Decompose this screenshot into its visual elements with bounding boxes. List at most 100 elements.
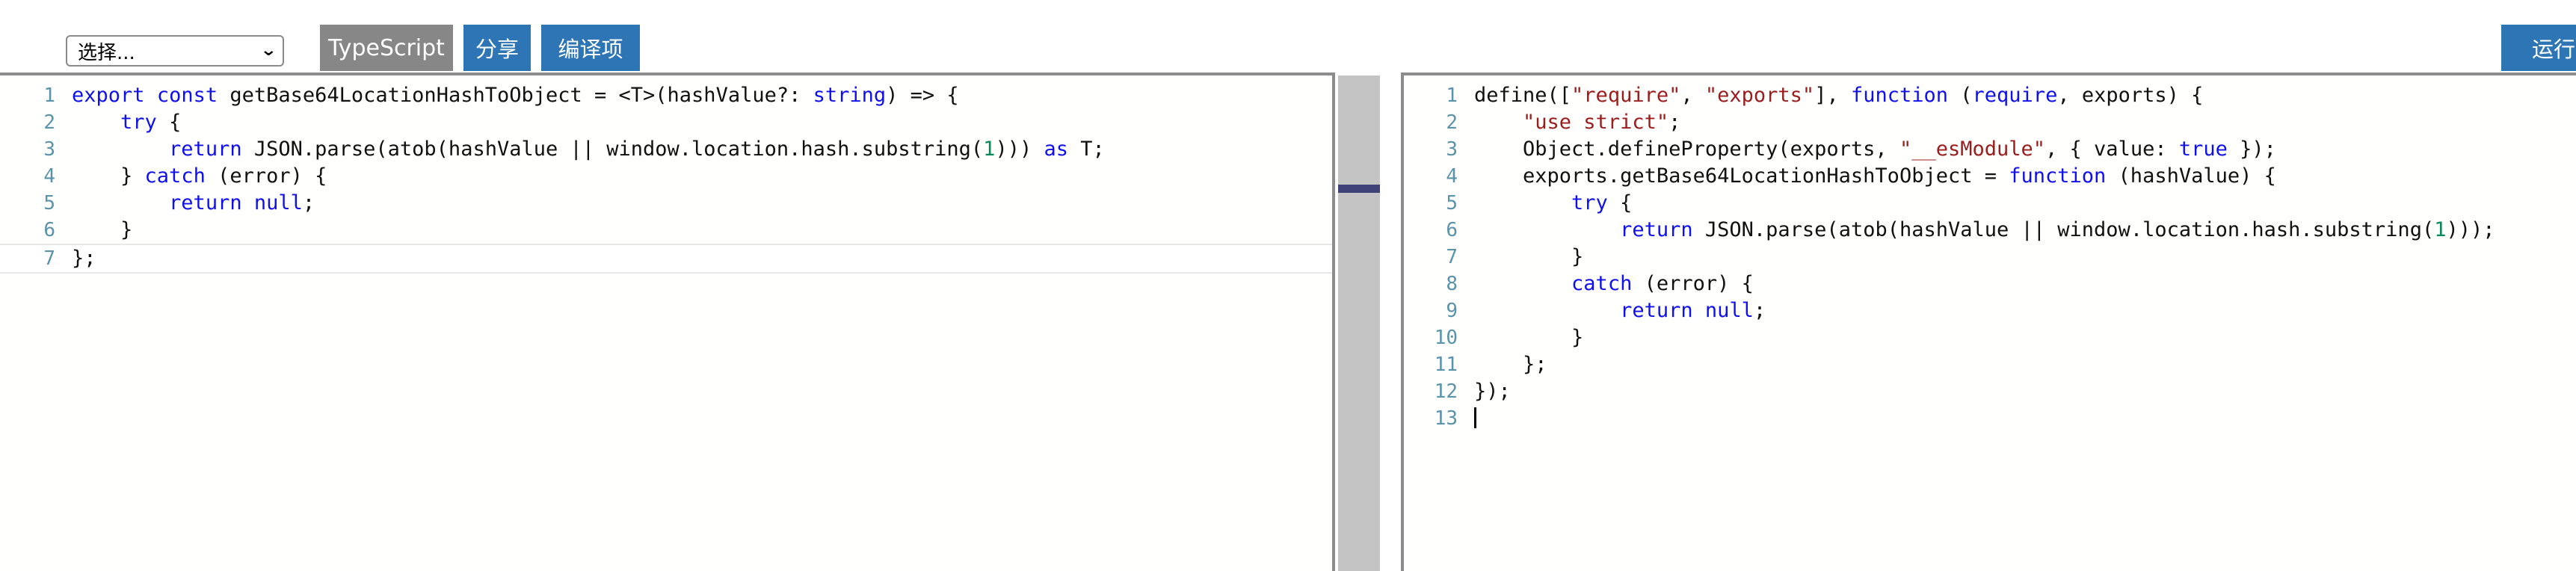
compiled-output-lines[interactable]: 1 define(["require", "exports"], function… [1404,75,2576,432]
code-token: ; [1668,111,1681,134]
line-number: 9 [1446,300,1458,322]
share-button[interactable]: 分享 [463,25,531,71]
code-token: } [72,164,145,188]
code-line-text: } [1474,324,2576,351]
source-code-editor[interactable]: 1 export const getBase64LocationHashToObj… [0,72,1335,571]
code-line[interactable]: 7}; [0,244,1332,274]
source-code-lines[interactable]: 1 export const getBase64LocationHashToObj… [0,75,1332,274]
line-number: 11 [1434,354,1458,376]
line-number: 7 [43,247,55,270]
code-line-text: return null; [1474,297,2576,324]
code-token: exports.getBase64LocationHashToObject = [1474,164,2009,188]
code-token: ], [1814,84,1851,107]
code-line[interactable]: 5 return null; [0,190,1332,217]
code-line-text: "use strict"; [1474,109,2576,136]
code-line[interactable]: 8 catch (error) { [1404,271,2576,297]
code-line-text: return JSON.parse(atob(hashValue || wind… [72,136,1332,163]
code-token: (error) { [1632,272,1754,295]
example-select[interactable]: 选择... ⌄ [66,35,284,67]
line-number: 12 [1434,380,1458,403]
code-line-text [1474,405,2576,432]
run-button[interactable]: 运行 [2501,25,2576,71]
code-token: function [1850,84,1949,107]
code-line[interactable]: 4 } catch (error) { [0,163,1332,190]
example-select-wrapper[interactable]: 选择... ⌄ [66,35,284,67]
code-token: } [1474,245,1584,268]
code-token: T; [1067,138,1105,161]
line-number: 1 [1446,84,1458,107]
code-line-text: } [1474,244,2576,271]
line-number: 4 [43,165,55,188]
code-token: } [72,218,133,241]
code-token: ; [1753,299,1766,322]
code-line[interactable]: 12}); [1404,378,2576,405]
code-line-text: try { [72,109,1332,136]
code-token: , [1680,84,1705,107]
code-token: }; [1474,353,1547,376]
chevron-down-icon: ⌄ [259,41,277,60]
code-token: , { value: [2045,138,2179,161]
code-line[interactable]: 10 } [1404,324,2576,351]
line-number: 4 [1446,165,1458,188]
code-token: export [72,84,145,107]
code-line[interactable]: 5 try { [1404,190,2576,217]
code-token: "require" [1571,84,1681,107]
code-token: JSON.parse(atob(hashValue || window.loca… [241,138,984,161]
code-line-text: catch (error) { [1474,271,2576,297]
code-line[interactable]: 1 define(["require", "exports"], function… [1404,82,2576,109]
vertical-scrollbar[interactable] [1338,75,1380,571]
code-line[interactable]: 2 try { [0,109,1332,136]
code-token: (hashValue) { [2106,164,2276,188]
code-line[interactable]: 2 "use strict"; [1404,109,2576,136]
code-line[interactable]: 6 return JSON.parse(atob(hashValue || wi… [1404,217,2576,244]
line-number: 1 [43,84,55,107]
code-line[interactable]: 6 } [0,217,1332,244]
code-token: function [2009,164,2107,188]
code-token: ))); [2446,218,2495,241]
code-token: catch [144,164,206,188]
code-token: "__esModule" [1899,138,2046,161]
code-token: ) => { [886,84,959,107]
code-token: { [1607,191,1633,214]
line-number: 6 [1446,219,1458,241]
code-token: ))) [995,138,1044,161]
text-cursor [1474,407,1476,428]
compiled-output-editor[interactable]: 1 define(["require", "exports"], function… [1401,72,2576,571]
code-line-text: } [72,217,1332,244]
code-line[interactable]: 3 Object.defineProperty(exports, "__esMo… [1404,136,2576,163]
code-line-text: exports.getBase64LocationHashToObject = … [1474,163,2576,190]
code-line-text: }; [72,245,1332,272]
line-number: 3 [1446,138,1458,161]
code-token: 1 [983,138,996,161]
code-line[interactable]: 11 }; [1404,351,2576,378]
compiler-options-button[interactable]: 编译项 [541,25,640,71]
code-line[interactable]: 4 exports.getBase64LocationHashToObject … [1404,163,2576,190]
line-number: 13 [1434,407,1458,430]
code-line[interactable]: 13 [1404,405,2576,432]
code-line-text: } catch (error) { [72,163,1332,190]
code-token: "use strict" [1523,111,1669,134]
code-token: return [1620,299,1693,322]
code-token: getBase64LocationHashToObject = <T>(hash… [218,84,813,107]
code-token: { [156,111,182,134]
line-number: 2 [43,111,55,134]
code-line-text: return JSON.parse(atob(hashValue || wind… [1474,217,2576,244]
code-line[interactable]: 9 return null; [1404,297,2576,324]
code-token: } [1474,326,1584,349]
code-line[interactable]: 7 } [1404,244,2576,271]
code-line[interactable]: 3 return JSON.parse(atob(hashValue || wi… [0,136,1332,163]
code-token: Object.defineProperty(exports, [1474,138,1899,161]
code-token: ( [1948,84,1973,107]
language-button[interactable]: TypeScript [320,25,453,71]
code-token: require [1972,84,2058,107]
line-number: 3 [43,138,55,161]
code-line[interactable]: 1 export const getBase64LocationHashToObj… [0,82,1332,109]
